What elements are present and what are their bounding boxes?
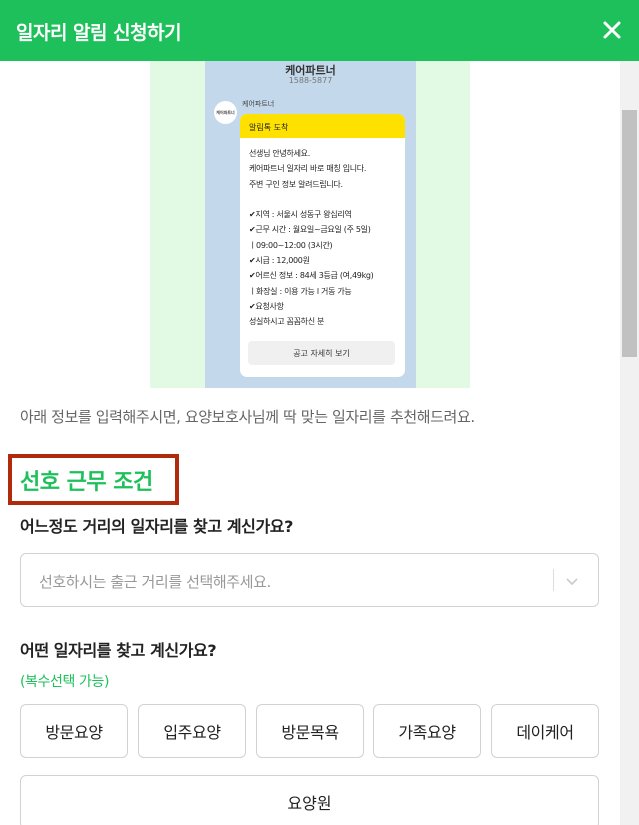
message-body: 선생님 안녕하세요. 케어파트너 일자리 바로 매칭 입니다. 주변 구인 정보… — [240, 138, 405, 330]
scrollbar-thumb[interactable] — [622, 110, 637, 357]
phone-screen: 케어파트너 1588-5877 케어파트너 케어파트너 알림톡 도착 선생님 안… — [205, 61, 416, 388]
sender-name: 케어파트너 — [242, 100, 275, 108]
job-option-day-care[interactable]: 데이케어 — [491, 704, 599, 758]
message-line: ✔요청사항 — [249, 301, 284, 311]
modal-header: 일자리 알림 신청하기 — [0, 0, 639, 61]
message-line: ㅣ09:00~12:00 (3시간) — [249, 240, 333, 250]
section-title: 선호 근무 조건 — [8, 454, 179, 505]
distance-select-placeholder: 선호하시는 출근 거리를 선택해주세요. — [39, 573, 271, 591]
message-header: 알림톡 도착 — [240, 114, 405, 138]
message-line: 주변 구인 정보 알려드립니다. — [249, 179, 343, 189]
modal-body: 케어파트너 1588-5877 케어파트너 케어파트너 알림톡 도착 선생님 안… — [0, 61, 620, 825]
close-icon — [603, 21, 621, 39]
message-line: ✔지역 : 서울시 성동구 왕십리역 — [249, 210, 352, 220]
phone-contact-number: 1588-5877 — [288, 76, 333, 85]
message-line — [249, 192, 405, 207]
message-line: ㅣ화장실 : 이용 가능 l 거동 가능 — [249, 286, 352, 296]
kakao-preview-image: 케어파트너 1588-5877 케어파트너 케어파트너 알림톡 도착 선생님 안… — [150, 61, 470, 388]
job-option-visit-care[interactable]: 방문요양 — [20, 704, 128, 758]
job-option-nursing-home[interactable]: 요양원 — [20, 775, 599, 825]
message-line: 선생님 안녕하세요. — [249, 149, 310, 158]
distance-select[interactable]: 선호하시는 출근 거리를 선택해주세요. — [20, 553, 599, 607]
message-line: 성실하시고 꼼꼼하신 분 — [249, 317, 325, 327]
message-line: ✔시급 : 12,000원 — [249, 256, 310, 266]
avatar: 케어파트너 — [214, 101, 237, 124]
message-detail-button: 공고 자세히 보기 — [248, 341, 395, 365]
close-button[interactable] — [597, 15, 627, 45]
chevron-down-icon — [566, 578, 578, 586]
select-divider — [553, 569, 554, 591]
multi-select-note: (복수선택 가능) — [20, 674, 110, 690]
message-line: ✔어르신 정보 : 84세 3등급 (여,49kg) — [249, 271, 374, 281]
modal-title: 일자리 알림 신청하기 — [16, 22, 182, 44]
distance-question: 어느정도 거리의 일자리를 찾고 계신가요? — [20, 517, 294, 536]
job-option-family-care[interactable]: 가족요양 — [373, 704, 481, 758]
job-option-visit-bath[interactable]: 방문목욕 — [256, 704, 364, 758]
scrollbar[interactable] — [620, 61, 639, 825]
job-option-live-in-care[interactable]: 입주요양 — [138, 704, 246, 758]
intro-text: 아래 정보를 입력해주시면, 요양보호사님께 딱 맞는 일자리를 추천해드려요. — [20, 408, 475, 426]
message-line: 케어파트너 일자리 바로 매칭 입니다. — [249, 164, 367, 174]
job-type-question: 어떤 일자리를 찾고 계신가요? — [20, 641, 217, 660]
message-bubble: 알림톡 도착 선생님 안녕하세요. 케어파트너 일자리 바로 매칭 입니다. 주… — [240, 114, 405, 377]
message-line: ✔근무 시간 : 월요일~금요일 (주 5일) — [249, 225, 371, 235]
